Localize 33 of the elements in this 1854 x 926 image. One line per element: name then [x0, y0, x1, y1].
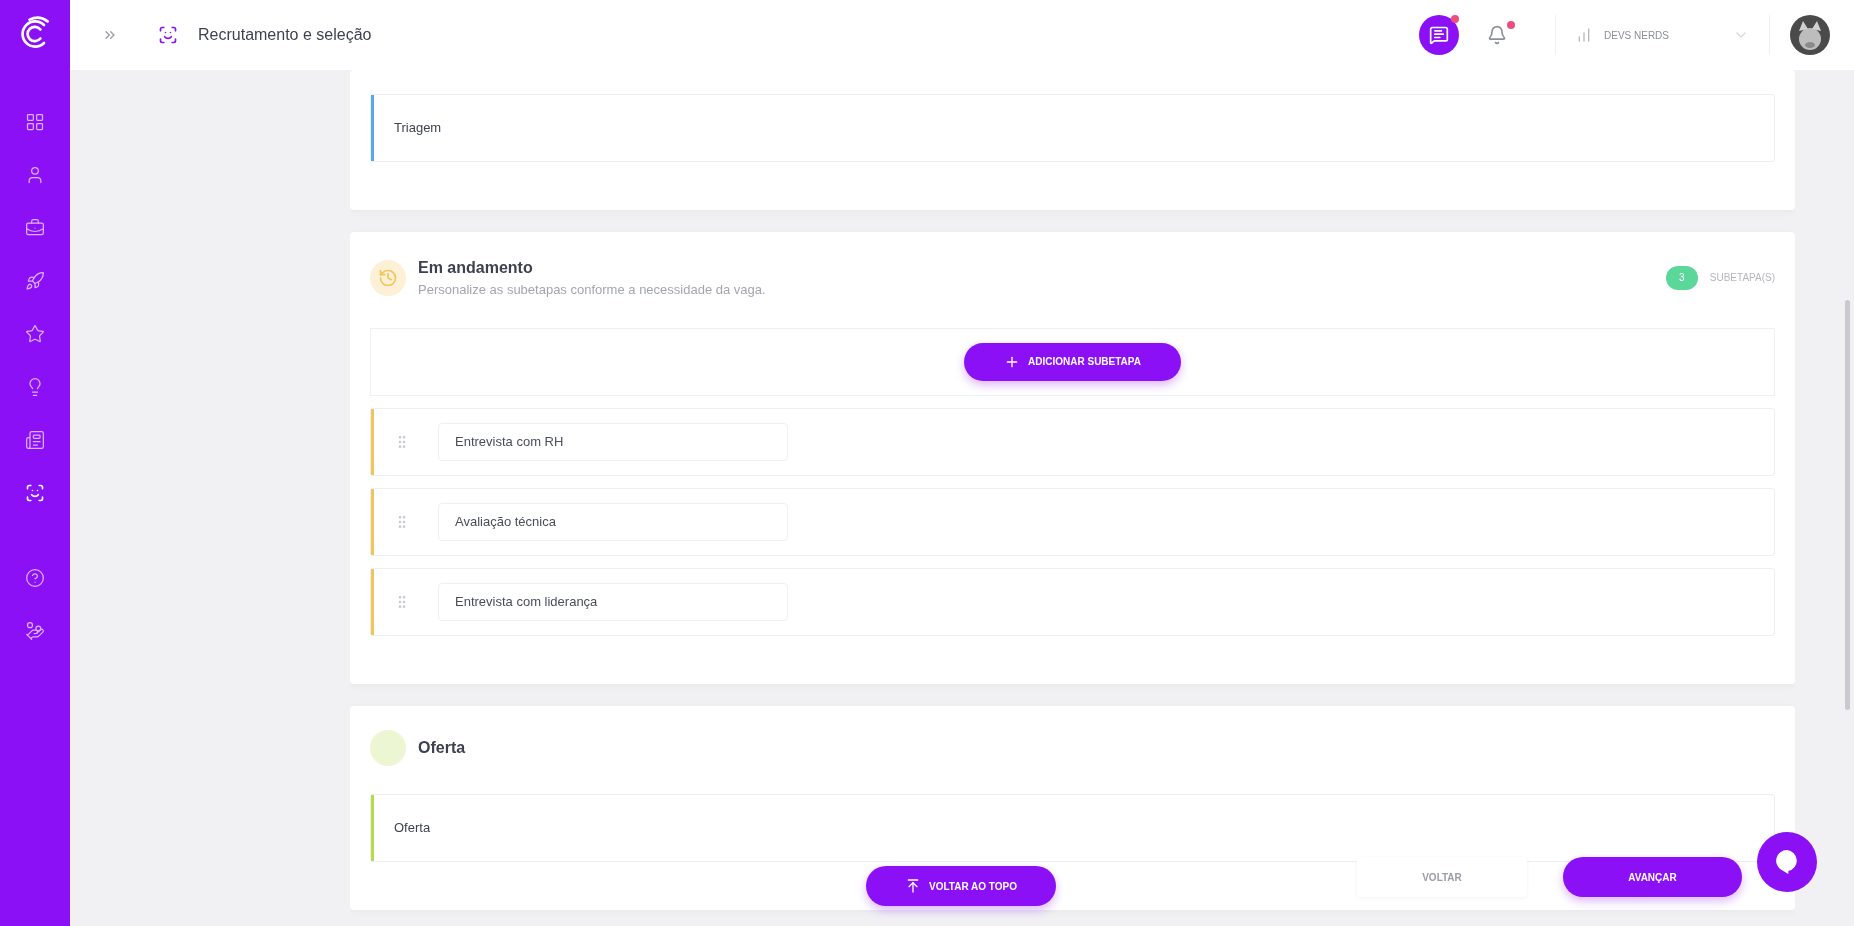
newspaper-icon[interactable] — [25, 430, 45, 450]
page-title: Recrutamento e seleção — [198, 25, 372, 45]
organization-select[interactable]: DEVS NERDS — [1555, 15, 1770, 55]
messages-button[interactable] — [1419, 15, 1459, 55]
step-name-field[interactable]: Entrevista com RH — [438, 422, 788, 461]
bar-chart-icon — [1576, 27, 1592, 43]
stage-subtitle: Personalize as subetapas conforme a necessidade da vaga. — [418, 281, 766, 299]
step-name: Triagem — [394, 119, 442, 138]
avatar[interactable] — [1790, 15, 1830, 55]
bell-icon — [1487, 25, 1507, 45]
count-badge: 3 — [1665, 265, 1698, 290]
stage-icon — [370, 259, 406, 296]
back-to-top-button[interactable]: VOLTAR AO TOPO — [866, 866, 1056, 906]
hand-coins-icon[interactable] — [25, 621, 45, 641]
step-name: Oferta — [394, 818, 431, 837]
stage-title: Oferta — [418, 737, 466, 758]
scan-user-icon[interactable] — [25, 483, 45, 503]
scan-user-icon — [158, 25, 178, 45]
stage-title: Em andamento — [418, 258, 534, 278]
chat-bubble-button[interactable] — [1757, 832, 1817, 892]
add-step-button[interactable]: ADICIONAR SUBETAPA — [964, 342, 1181, 381]
briefcase-icon[interactable] — [25, 218, 45, 238]
stage-icon — [370, 729, 406, 766]
star-icon[interactable] — [25, 324, 45, 344]
step-name-field[interactable]: Entrevista com liderança — [438, 582, 788, 621]
help-icon[interactable] — [25, 568, 45, 588]
step-name-field[interactable]: Avaliação técnica — [438, 502, 788, 541]
arrow-up-icon — [905, 878, 921, 894]
next-button[interactable]: AVANÇAR — [1563, 857, 1742, 897]
count-label: SUBETAPA(S) — [1709, 271, 1775, 286]
grid-icon[interactable] — [25, 112, 45, 132]
chat-icon — [1429, 25, 1449, 45]
rocket-icon[interactable] — [25, 271, 45, 291]
